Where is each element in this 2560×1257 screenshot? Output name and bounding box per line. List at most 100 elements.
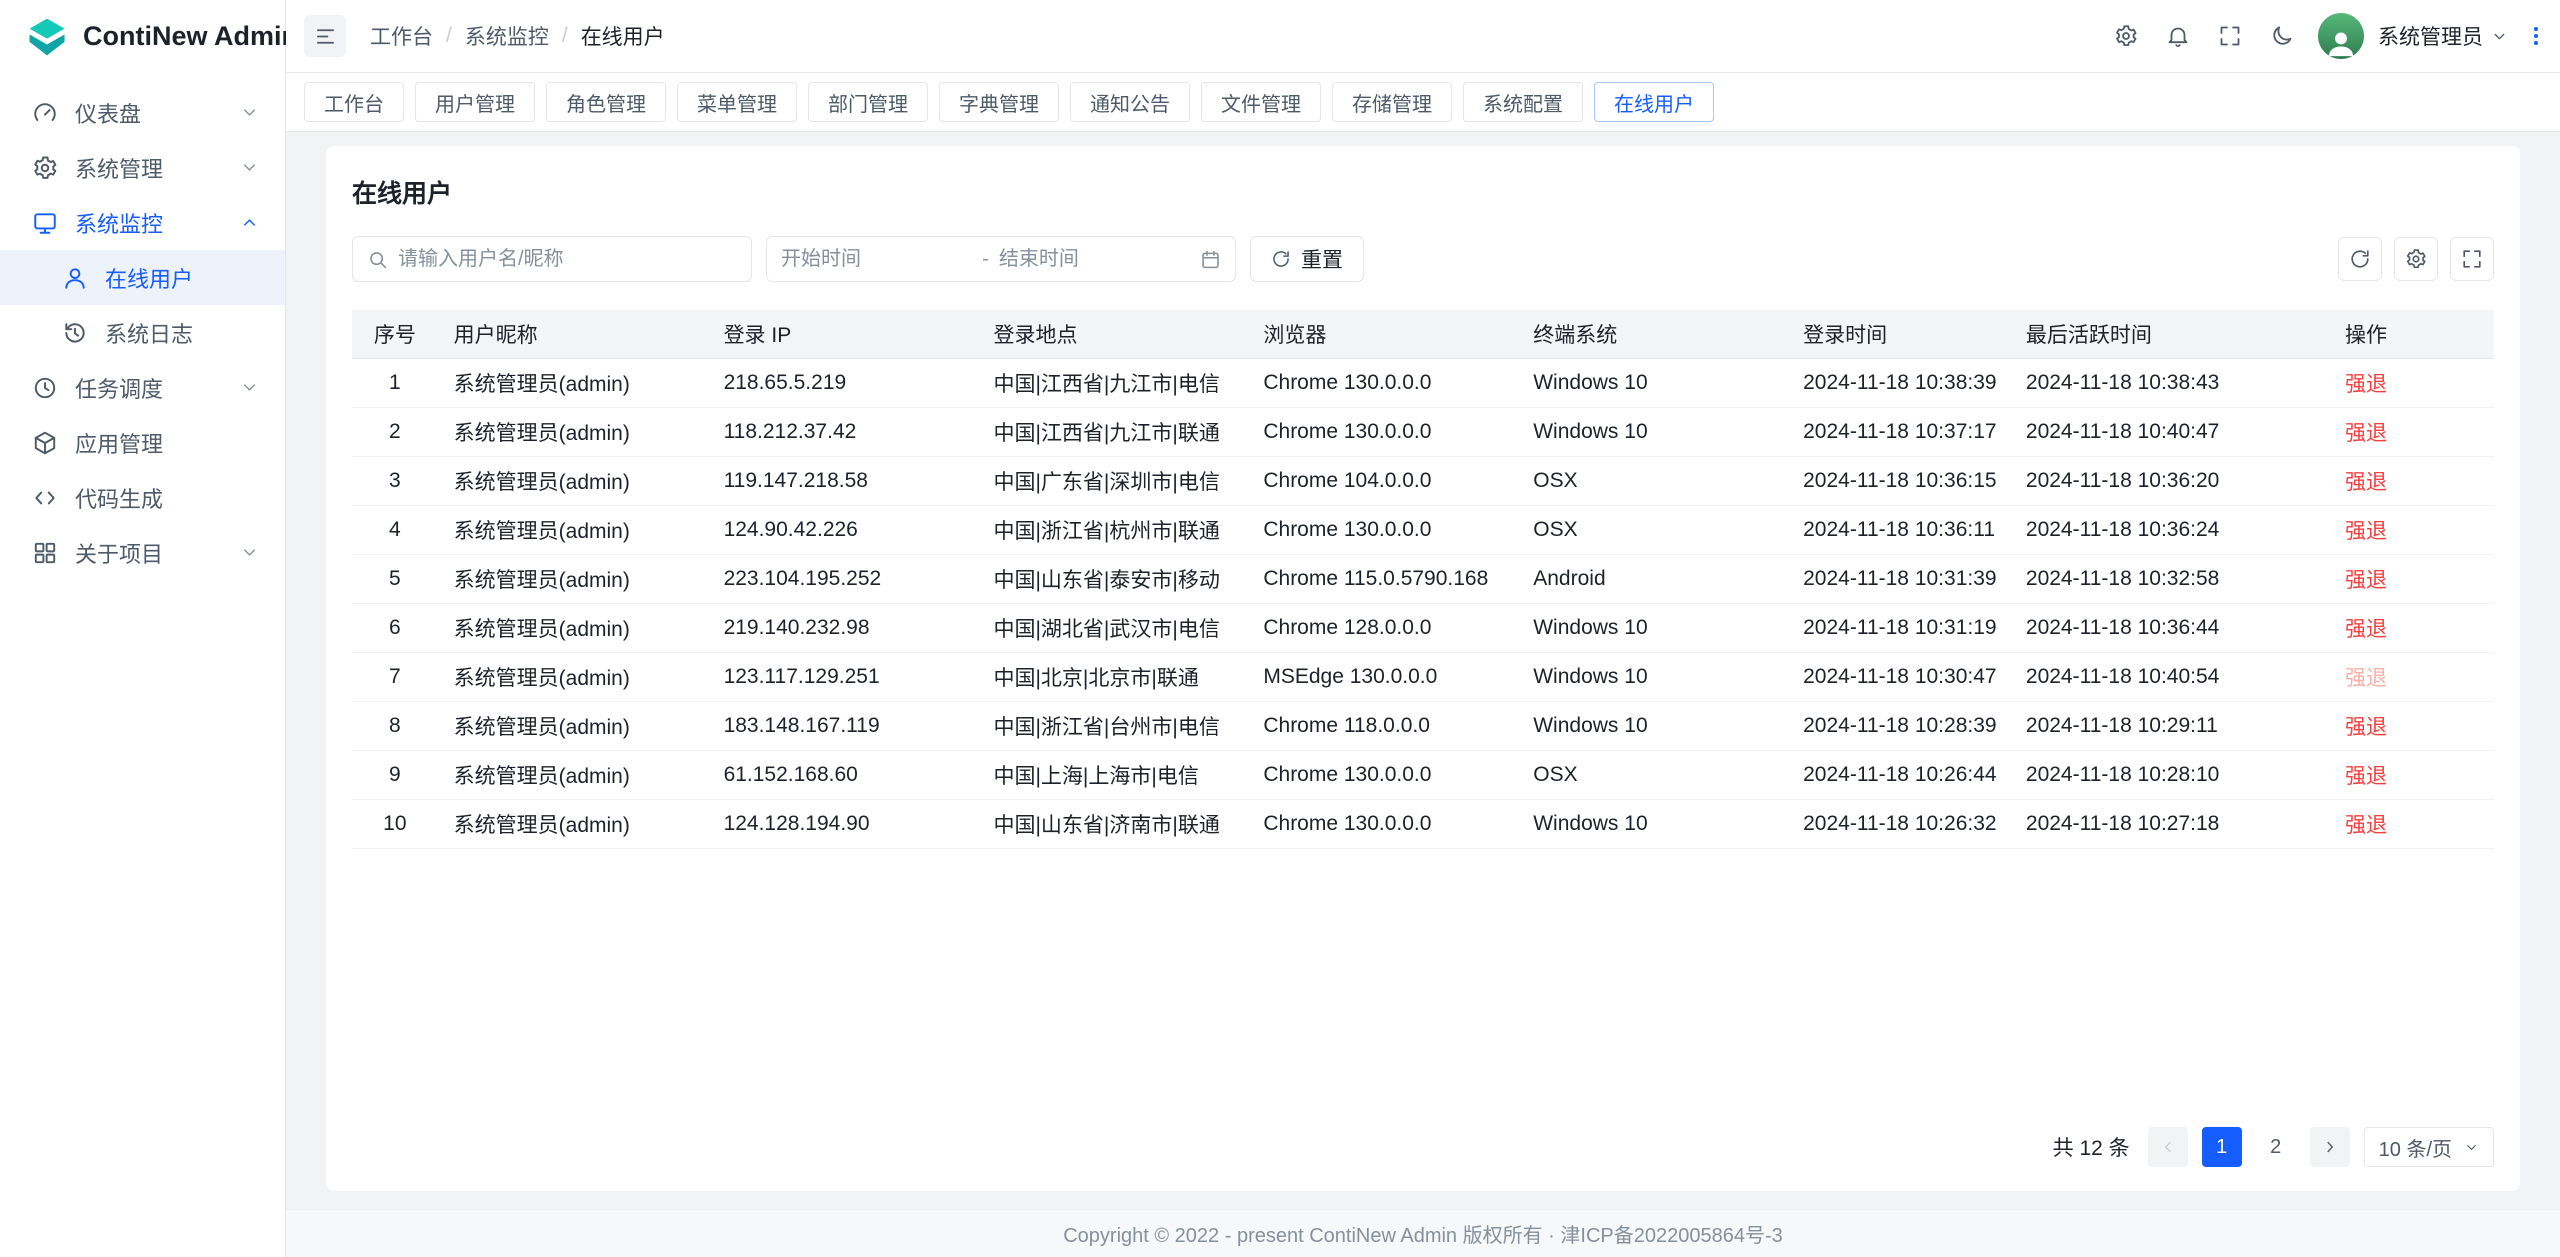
sidebar-item[interactable]: 系统管理	[0, 140, 285, 195]
settings-button[interactable]	[2104, 14, 2148, 58]
bell-button[interactable]	[2156, 14, 2200, 58]
table-cell: Windows 10	[1517, 701, 1787, 750]
table-cell: Chrome 130.0.0.0	[1247, 407, 1517, 456]
table-cell: 2024-11-18 10:31:19	[1787, 603, 2010, 652]
date-end-input[interactable]	[999, 248, 1190, 271]
column-header: 最后活跃时间	[2010, 310, 2329, 358]
force-logout-link[interactable]: 强退	[2345, 814, 2387, 837]
table-cell: 8	[352, 701, 438, 750]
tab-item[interactable]: 部门管理	[808, 82, 928, 122]
sidebar-subitem[interactable]: 系统日志	[0, 305, 285, 360]
table-cell: OSX	[1517, 750, 1787, 799]
sidebar-item[interactable]: 应用管理	[0, 415, 285, 470]
sidebar-item-label: 代码生成	[75, 482, 259, 514]
table-cell: 119.147.218.58	[708, 456, 978, 505]
breadcrumb-item[interactable]: 在线用户	[581, 21, 665, 51]
force-logout-link[interactable]: 强退	[2345, 765, 2387, 788]
column-header: 登录时间	[1787, 310, 2010, 358]
search-icon	[367, 249, 388, 270]
table-cell: 61.152.168.60	[708, 750, 978, 799]
topbar-actions: 系统管理员	[2104, 13, 2548, 59]
sidebar-item[interactable]: 任务调度	[0, 360, 285, 415]
more-icon[interactable]	[2524, 24, 2548, 48]
column-header: 操作	[2329, 310, 2494, 358]
sidebar-item-label: 系统管理	[75, 152, 223, 184]
table-cell: Chrome 130.0.0.0	[1247, 505, 1517, 554]
sidebar-collapse-button[interactable]	[304, 15, 346, 57]
table-refresh-button[interactable]	[2338, 237, 2382, 281]
table-cell-action: 强退	[2329, 603, 2494, 652]
tab-item[interactable]: 字典管理	[939, 82, 1059, 122]
breadcrumb-item[interactable]: 系统监控	[465, 21, 549, 51]
tab-item[interactable]: 工作台	[304, 82, 404, 122]
table-row: 5系统管理员(admin)223.104.195.252中国|山东省|泰安市|移…	[352, 554, 2494, 603]
pagination-next-button[interactable]	[2310, 1127, 2350, 1167]
table-cell: 124.90.42.226	[708, 505, 978, 554]
table-row: 10系统管理员(admin)124.128.194.90中国|山东省|济南市|联…	[352, 799, 2494, 848]
table-cell: Windows 10	[1517, 358, 1787, 407]
table-tools	[2338, 237, 2494, 281]
table-cell: 2024-11-18 10:36:11	[1787, 505, 2010, 554]
table-cell: Chrome 115.0.5790.168	[1247, 554, 1517, 603]
calendar-icon	[1200, 249, 1221, 270]
sidebar-item[interactable]: 关于项目	[0, 525, 285, 580]
sidebar-item[interactable]: 系统监控	[0, 195, 285, 250]
tab-item[interactable]: 角色管理	[546, 82, 666, 122]
table-cell-action: 强退	[2329, 652, 2494, 701]
tabbar: 工作台用户管理角色管理菜单管理部门管理字典管理通知公告文件管理存储管理系统配置在…	[286, 73, 2560, 132]
breadcrumb-item[interactable]: 工作台	[370, 21, 433, 51]
table-cell: 系统管理员(admin)	[438, 358, 708, 407]
table-cell: 中国|江西省|九江市|电信	[977, 358, 1247, 407]
force-logout-link[interactable]: 强退	[2345, 471, 2387, 494]
pagination-page-button[interactable]: 1	[2202, 1127, 2242, 1167]
user-menu-trigger[interactable]: 系统管理员	[2378, 21, 2508, 51]
table-cell: 2024-11-18 10:38:39	[1787, 358, 2010, 407]
table-cell: 2024-11-18 10:38:43	[2010, 358, 2329, 407]
app-logo-icon	[26, 16, 68, 58]
date-start-input[interactable]	[781, 248, 972, 271]
table-cell: 中国|浙江省|台州市|电信	[977, 701, 1247, 750]
reset-button[interactable]: 重置	[1250, 236, 1364, 282]
tab-item[interactable]: 系统配置	[1463, 82, 1583, 122]
moon-button[interactable]	[2260, 14, 2304, 58]
page-size-select[interactable]: 10 条/页	[2364, 1127, 2494, 1167]
date-range-picker[interactable]: -	[766, 236, 1236, 282]
sidebar-item[interactable]: 仪表盘	[0, 85, 285, 140]
table-cell: 2024-11-18 10:40:54	[2010, 652, 2329, 701]
tab-item[interactable]: 文件管理	[1201, 82, 1321, 122]
page-size-label: 10 条/页	[2379, 1133, 2452, 1162]
table-cell: 2024-11-18 10:29:11	[2010, 701, 2329, 750]
chevron-down-icon	[2491, 28, 2508, 45]
tab-item[interactable]: 通知公告	[1070, 82, 1190, 122]
force-logout-link[interactable]: 强退	[2345, 569, 2387, 592]
sidebar-item[interactable]: 代码生成	[0, 470, 285, 525]
search-input[interactable]	[398, 248, 737, 271]
table-cell: 中国|北京|北京市|联通	[977, 652, 1247, 701]
avatar[interactable]	[2318, 13, 2364, 59]
tab-item[interactable]: 菜单管理	[677, 82, 797, 122]
table-cell: 2024-11-18 10:32:58	[2010, 554, 2329, 603]
force-logout-link[interactable]: 强退	[2345, 618, 2387, 641]
menu-fold-icon	[314, 25, 337, 48]
table-cell: 2024-11-18 10:28:39	[1787, 701, 2010, 750]
sidebar-subitem[interactable]: 在线用户	[0, 250, 285, 305]
tab-item[interactable]: 用户管理	[415, 82, 535, 122]
table-cell: Windows 10	[1517, 799, 1787, 848]
tab-active[interactable]: 在线用户	[1594, 82, 1714, 122]
table-row: 2系统管理员(admin)118.212.37.42中国|江西省|九江市|联通C…	[352, 407, 2494, 456]
copyright-text: Copyright © 2022 - present ContiNew Admi…	[1063, 1219, 1783, 1248]
table-cell: 2024-11-18 10:36:20	[2010, 456, 2329, 505]
chevron-down-icon	[240, 378, 259, 397]
force-logout-link[interactable]: 强退	[2345, 373, 2387, 396]
tab-item[interactable]: 存储管理	[1332, 82, 1452, 122]
table-settings-button[interactable]	[2394, 237, 2438, 281]
force-logout-link[interactable]: 强退	[2345, 520, 2387, 543]
force-logout-link[interactable]: 强退	[2345, 422, 2387, 445]
fullscreen-button[interactable]	[2208, 14, 2252, 58]
table-fullscreen-button[interactable]	[2450, 237, 2494, 281]
force-logout-link[interactable]: 强退	[2345, 716, 2387, 739]
pagination-page-button[interactable]: 2	[2256, 1127, 2296, 1167]
app-logo[interactable]: ContiNew Admin	[0, 0, 285, 73]
table-cell: 系统管理员(admin)	[438, 456, 708, 505]
column-header: 序号	[352, 310, 438, 358]
